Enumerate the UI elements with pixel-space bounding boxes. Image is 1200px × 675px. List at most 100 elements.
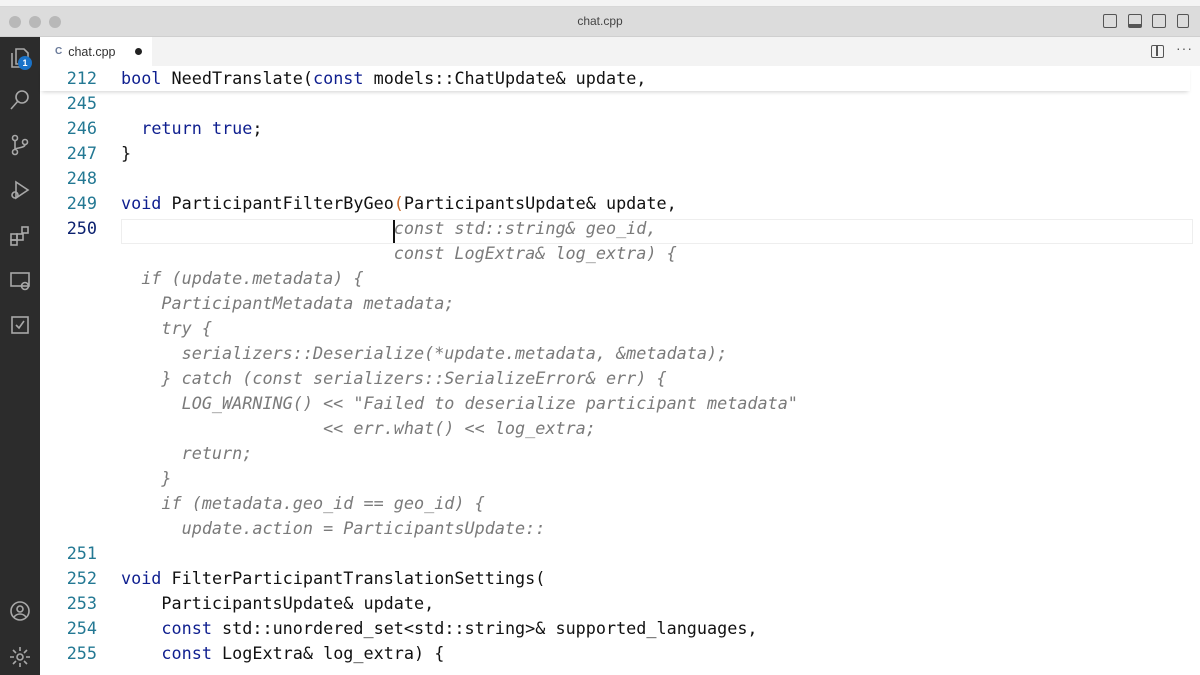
code-text: return true; [121,116,262,141]
source-control-icon[interactable] [6,131,34,159]
line-number: 252 [66,568,97,588]
code-line: const LogExtra& log_extra) { [40,241,1190,266]
more-actions-icon[interactable]: ··· [1176,40,1193,56]
customize-layout-icon[interactable] [1177,14,1189,28]
title-bar: chat.cpp [0,7,1200,37]
line-number: 212 [66,68,97,88]
code-line: update.action = ParticipantsUpdate:: [40,516,1190,541]
ghost-suggestion-text: << err.what() << log_extra; [121,418,596,438]
code-token: models::ChatUpdate& update, [363,68,647,88]
split-editor-icon[interactable] [1151,45,1164,58]
code-text: return; [121,441,253,466]
code-line: LOG_WARNING() << "Failed to deserialize … [40,391,1190,416]
code-token: } [121,143,132,163]
code-line: 245 [40,91,1190,116]
code-token: ParticipantsUpdate& update, [121,593,435,613]
ghost-suggestion-text: } catch (const serializers::SerializeErr… [121,368,667,388]
extensions-icon[interactable] [6,222,34,250]
ghost-suggestion-text: const LogExtra& log_extra) { [393,243,677,263]
code-text: LOG_WARNING() << "Failed to deserialize … [121,391,798,416]
code-text: } [121,141,131,166]
search-icon[interactable] [6,86,34,114]
ghost-suggestion-text: const std::string& geo_id, [393,218,657,238]
line-number: 246 [66,118,97,138]
code-line: if (metadata.geo_id == geo_id) { [40,491,1190,516]
ghost-suggestion-text: if (metadata.geo_id == geo_id) { [121,493,485,513]
ghost-suggestion-text: try { [121,318,212,338]
unsaved-dot-icon[interactable] [135,48,142,55]
code-line: if (update.metadata) { [40,266,1190,291]
keyword-token: bool [121,68,162,88]
ghost-suggestion-text: LOG_WARNING() << "Failed to deserialize … [121,393,798,413]
code-token: std::unordered_set<std::string>& support… [211,618,758,638]
code-text: const std::unordered_set<std::string>& s… [121,616,758,641]
code-editor[interactable]: 212 bool NeedTranslate(const models::Chat… [40,66,1200,675]
ghost-suggestion-text: serializers::Deserialize(*update.metadat… [121,343,728,363]
code-text: void ParticipantFilterByGeo(Participants… [121,191,677,216]
keyword-token: const [312,68,364,88]
line-number: 245 [66,93,97,113]
line-number: 253 [66,593,97,613]
code-line: << err.what() << log_extra; [40,416,1190,441]
code-line: serializers::Deserialize(*update.metadat… [40,341,1190,366]
code-text: const LogExtra& log_extra) { [121,241,677,266]
window-title: chat.cpp [577,14,623,28]
line-number: 255 [66,643,97,663]
toggle-primary-sidebar-icon[interactable] [1103,14,1117,28]
line-number: 248 [66,168,97,188]
code-line: 248 [40,166,1190,191]
line-number: 250 [66,218,97,238]
line-number: 247 [66,143,97,163]
code-token: ParticipantsUpdate& update, [403,193,677,213]
sticky-scroll-line: 212 bool NeedTranslate(const models::Chat… [40,66,1190,91]
settings-gear-icon[interactable] [6,643,34,671]
ghost-suggestion-text: } [121,468,172,488]
toggle-secondary-sidebar-icon[interactable] [1152,14,1166,28]
line-number: 249 [66,193,97,213]
code-line: 251 [40,541,1190,566]
toggle-panel-icon[interactable] [1128,14,1142,28]
remote-explorer-icon[interactable] [6,267,34,295]
code-text: try { [121,316,212,341]
code-text: } catch (const serializers::SerializeErr… [121,366,667,391]
code-text: const std::string& geo_id, [121,216,657,241]
code-text: ParticipantsUpdate& update, [121,591,434,616]
explorer-badge: 1 [18,56,32,70]
code-text: update.action = ParticipantsUpdate:: [121,516,546,541]
code-token: ParticipantFilterByGeo [161,193,394,213]
code-line: 252 void FilterParticipantTranslationSett… [40,566,1190,591]
code-line: return; [40,441,1190,466]
run-debug-icon[interactable] [6,176,34,204]
code-text: serializers::Deserialize(*update.metadat… [121,341,728,366]
code-line: try { [40,316,1190,341]
ghost-suggestion-text: return; [121,443,253,463]
code-text: bool NeedTranslate(const models::ChatUpd… [121,66,646,91]
code-line: 254 const std::unordered_set<std::string… [40,616,1190,641]
keyword-token: void [121,568,162,588]
code-text: if (metadata.geo_id == geo_id) { [121,491,485,516]
code-text: ParticipantMetadata metadata; [121,291,454,316]
ghost-suggestion-text: ParticipantMetadata metadata; [121,293,455,313]
line-number: 254 [66,618,97,638]
tab-chat-cpp[interactable]: C chat.cpp [40,37,152,66]
keyword-token: true [211,118,253,138]
code-line: ParticipantMetadata metadata; [40,291,1190,316]
code-token: FilterParticipantTranslationSettings( [161,568,546,588]
code-line: 247} [40,141,1190,166]
keyword-token: const [161,618,212,638]
activity-bar: 1 [0,37,40,675]
testing-icon[interactable] [6,311,34,339]
text-cursor [393,220,395,243]
ghost-suggestion-text: if (update.metadata) { [121,268,364,288]
code-line: 249 void ParticipantFilterByGeo(Participa… [40,191,1190,216]
code-line: 255 const LogExtra& log_extra) { [40,641,1190,666]
tab-bar: C chat.cpp ··· [40,37,1200,66]
account-icon[interactable] [6,597,34,625]
code-text: void FilterParticipantTranslationSetting… [121,566,545,591]
